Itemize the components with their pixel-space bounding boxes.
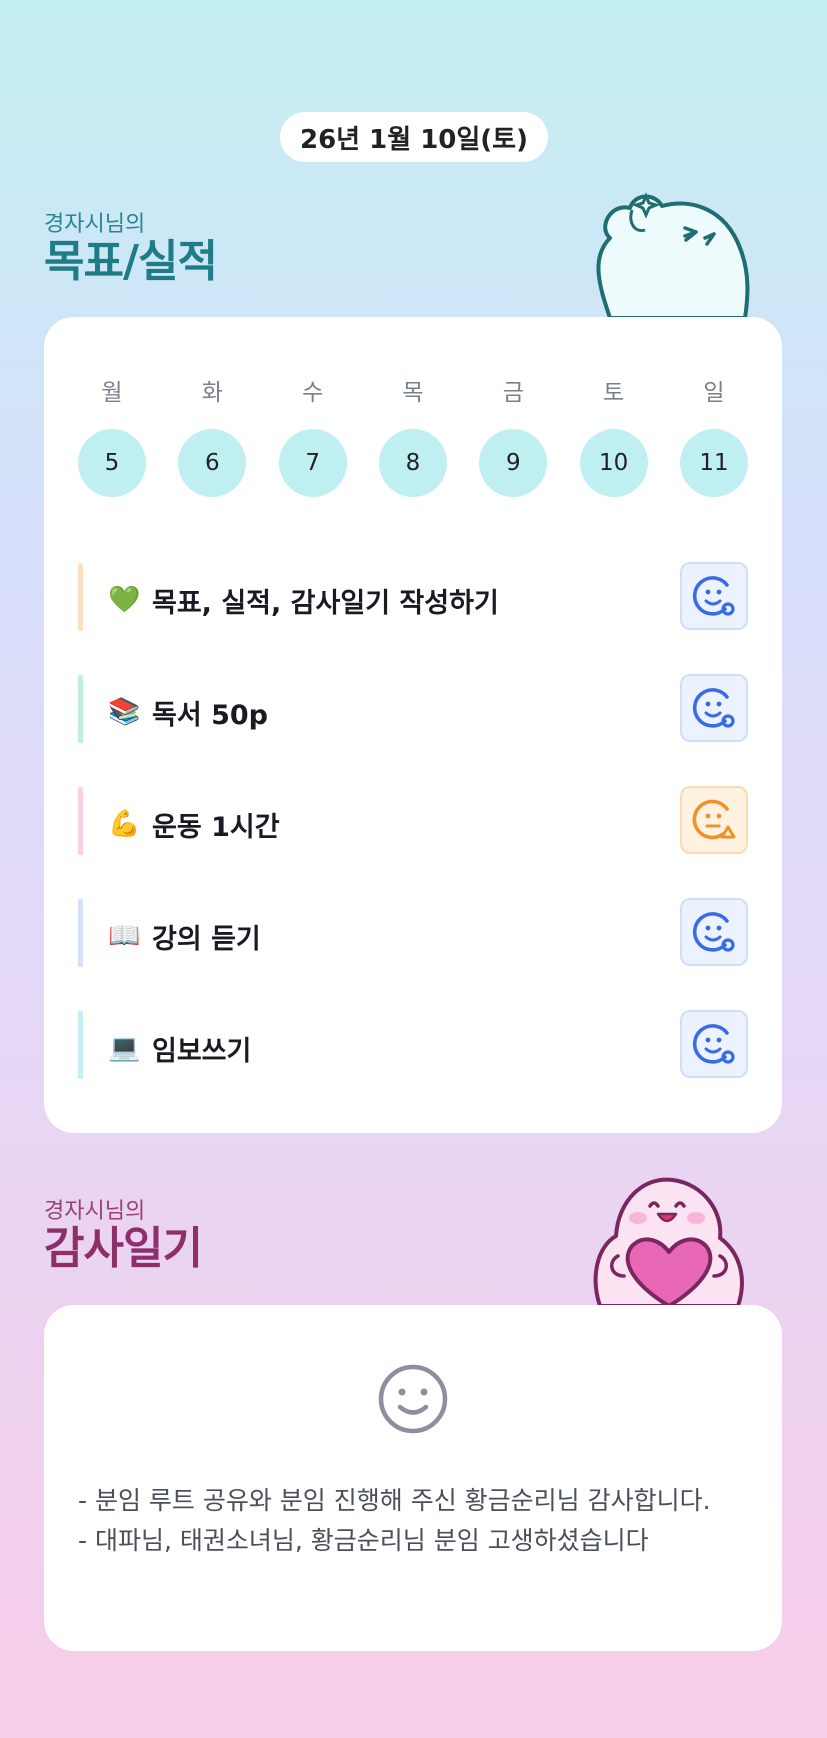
weekday-label: 수 <box>302 380 324 406</box>
smile-circle-icon <box>692 576 735 616</box>
smile-circle-icon <box>692 1024 735 1064</box>
diary-section-subtitle: 경자시님의 <box>44 1199 146 1224</box>
goal-item[interactable]: 💪 운동 1시간 <box>78 768 748 880</box>
goal-status-button[interactable] <box>680 1010 748 1078</box>
diary-line: - 대파님, 태권소녀님, 황금순리님 분임 고생하셨습니다 <box>78 1526 649 1555</box>
date-button-9[interactable]: 9 <box>479 429 548 497</box>
smile-circle-icon <box>692 688 735 728</box>
heart-hug-mascot-icon <box>593 1177 744 1306</box>
goal-color-bar <box>78 675 83 743</box>
weekday-label: 화 <box>201 380 223 406</box>
weekday-label: 월 <box>101 380 123 406</box>
date-button-5[interactable]: 5 <box>78 429 146 497</box>
goals-section-header: 경자시님의 목표/실적 <box>44 206 218 287</box>
goals-section-title: 목표/실적 <box>44 236 218 287</box>
goal-label: 임보쓰기 <box>152 1035 252 1067</box>
date-button-11[interactable]: 11 <box>679 429 748 497</box>
smile-circle-icon <box>692 912 735 952</box>
date-button-7[interactable]: 7 <box>278 429 347 497</box>
open-book-icon: 📖 <box>108 921 141 951</box>
books-icon: 📚 <box>108 697 141 727</box>
date-button-6[interactable]: 6 <box>178 429 247 497</box>
diary-section-title: 감사일기 <box>44 1223 203 1274</box>
goal-color-bar <box>78 1011 83 1079</box>
goal-label: 운동 1시간 <box>152 811 280 843</box>
goal-status-button[interactable] <box>680 674 748 742</box>
goals-card: 월 화 수 목 금 토 일 5 6 7 8 9 10 11 💚 목표, 실적, … <box>44 317 782 1133</box>
date-button-8[interactable]: 8 <box>378 429 447 497</box>
goal-color-bar <box>78 899 83 967</box>
weekday-label: 금 <box>502 380 524 406</box>
goal-status-button[interactable] <box>680 562 748 630</box>
diary-line: - 분임 루트 공유와 분임 진행해 주신 황금순리님 감사합니다. <box>78 1486 711 1515</box>
goal-status-button[interactable] <box>680 898 748 966</box>
weekday-label: 일 <box>703 380 725 406</box>
goal-list: 💚 목표, 실적, 감사일기 작성하기 📚 독서 50p 💪 운동 1시간 📖 … <box>78 544 748 1104</box>
goal-item[interactable]: 📖 강의 듣기 <box>78 880 748 992</box>
goal-status-button[interactable] <box>680 786 748 854</box>
goal-label: 독서 50p <box>152 699 268 731</box>
diary-text: - 분임 루트 공유와 분임 진행해 주신 황금순리님 감사합니다. - 대파님… <box>78 1481 758 1561</box>
goal-item[interactable]: 💻 임보쓰기 <box>78 992 748 1104</box>
date-button-10[interactable]: 10 <box>579 429 648 497</box>
goal-item[interactable]: 📚 독서 50p <box>78 656 748 768</box>
goal-item[interactable]: 💚 목표, 실적, 감사일기 작성하기 <box>78 544 748 656</box>
weekday-label: 토 <box>603 380 625 406</box>
laptop-icon: 💻 <box>108 1033 141 1063</box>
goal-color-bar <box>78 563 83 631</box>
diary-card: - 분임 루트 공유와 분임 진행해 주신 황금순리님 감사합니다. - 대파님… <box>44 1305 782 1651</box>
goal-label: 목표, 실적, 감사일기 작성하기 <box>152 587 499 619</box>
goals-section-subtitle: 경자시님의 <box>44 212 146 237</box>
diary-section-header: 경자시님의 감사일기 <box>44 1193 203 1274</box>
smiley-face-icon <box>378 1364 448 1434</box>
goal-color-bar <box>78 787 83 855</box>
date-header: 26년 1월 10일(토) <box>280 112 548 162</box>
thumbs-up-mascot-icon <box>596 192 750 318</box>
green-heart-icon: 💚 <box>108 585 141 615</box>
goal-label: 강의 듣기 <box>152 923 261 955</box>
week-strip: 월 화 수 목 금 토 일 5 6 7 8 9 10 11 <box>78 373 748 497</box>
meh-triangle-icon <box>692 799 736 840</box>
flexed-biceps-icon: 💪 <box>108 809 141 839</box>
weekday-label: 목 <box>402 380 424 406</box>
